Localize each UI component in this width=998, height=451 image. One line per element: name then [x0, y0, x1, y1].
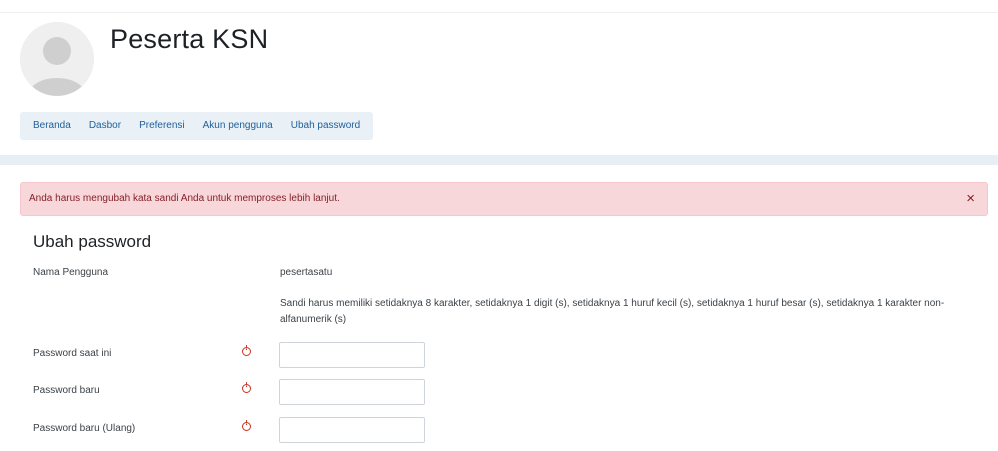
alert-message: Anda harus mengubah kata sandi Anda untu…: [29, 193, 340, 204]
required-icon: [242, 382, 251, 393]
close-icon[interactable]: ×: [966, 190, 975, 208]
new-password-label: Password baru: [33, 385, 100, 396]
password-policy-hint: Sandi harus memiliki setidaknya 8 karakt…: [280, 298, 945, 325]
breadcrumb-item-akun-pengguna[interactable]: Akun pengguna: [194, 112, 282, 140]
breadcrumb-item-dasbor[interactable]: Dasbor: [80, 112, 130, 140]
alert-danger: Anda harus mengubah kata sandi Anda untu…: [20, 182, 988, 216]
avatar[interactable]: [20, 22, 94, 96]
header-divider: [0, 155, 998, 165]
top-divider: [0, 12, 998, 13]
username-label: Nama Pengguna: [33, 267, 109, 278]
breadcrumb-item-preferensi[interactable]: Preferensi: [130, 112, 194, 140]
form-title: Ubah password: [33, 232, 152, 251]
page-header: Peserta KSN: [20, 22, 980, 96]
required-icon: [242, 420, 251, 431]
confirm-password-input[interactable]: [279, 417, 425, 443]
new-password-input[interactable]: [279, 379, 425, 405]
username-value: pesertasatu: [280, 267, 333, 278]
breadcrumb-item-ubah-password[interactable]: Ubah password: [282, 112, 369, 140]
required-icon: [242, 345, 251, 356]
breadcrumb-item-beranda[interactable]: Beranda: [24, 112, 80, 140]
current-password-input[interactable]: [279, 342, 425, 368]
confirm-password-label: Password baru (Ulang): [33, 423, 136, 434]
current-password-label: Password saat ini: [33, 348, 112, 359]
user-avatar-icon: [20, 22, 94, 96]
page-title: Peserta KSN: [110, 24, 269, 54]
breadcrumb: Beranda Dasbor Preferensi Akun pengguna …: [20, 112, 374, 140]
